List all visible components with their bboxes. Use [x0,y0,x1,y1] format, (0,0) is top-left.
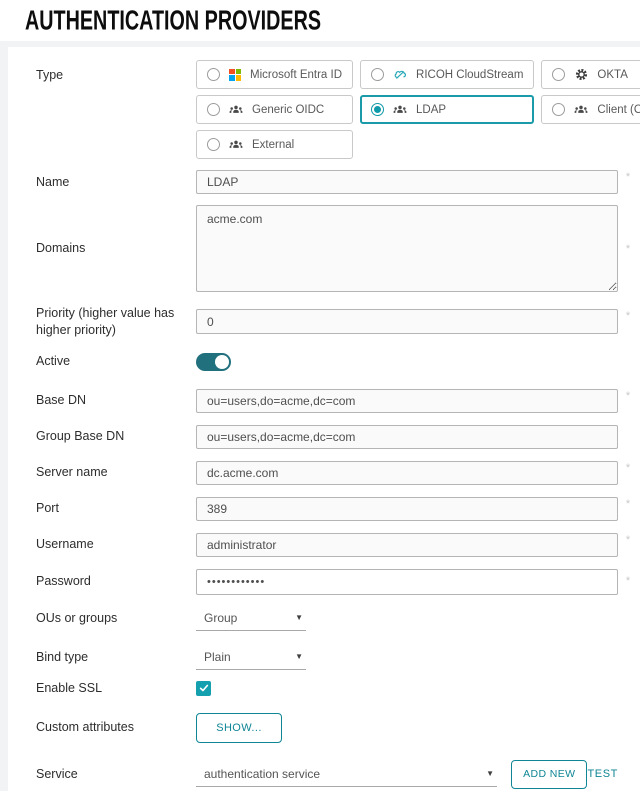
priority-row: Priority (higher value has higher priori… [36,305,618,339]
page-header: AUTHENTICATION PROVIDERS [0,0,640,41]
user-group-icon [393,103,407,117]
custom-attributes-row: Custom attributes SHOW... [36,713,618,743]
field-label-ous-or-groups: OUs or groups [36,610,196,627]
type-option-label: External [252,139,294,151]
type-options: Microsoft Entra ID RICOH CloudStream [196,60,640,159]
password-input[interactable] [196,569,618,595]
priority-input[interactable] [196,309,618,334]
server-name-row: Server name * [36,461,618,485]
type-option-label: Client (OAuth2) [597,104,640,116]
chevron-down-icon: ▼ [295,653,303,661]
type-option-label: Microsoft Entra ID [250,69,342,81]
radio-icon [371,68,384,81]
bind-type-value: Plain [204,650,231,664]
type-option-okta[interactable]: OKTA [541,60,640,89]
required-asterisk: * [622,171,634,183]
field-label-port: Port [36,500,196,517]
group-base-dn-input[interactable] [196,425,618,449]
type-option-microsoft-entra-id[interactable]: Microsoft Entra ID [196,60,353,89]
field-label-priority: Priority (higher value has higher priori… [36,305,196,339]
name-row: Name * [36,170,618,194]
field-label-custom-attributes: Custom attributes [36,719,196,736]
domains-row: Domains acme.com * [36,205,618,292]
required-asterisk: * [622,310,634,322]
user-group-icon [229,103,243,117]
cloudstream-icon [393,68,407,82]
service-value: authentication service [204,767,320,781]
enable-ssl-checkbox[interactable] [196,681,211,696]
type-option-external[interactable]: External [196,130,353,159]
group-base-dn-row: Group Base DN [36,425,618,449]
required-asterisk: * [622,498,634,510]
check-icon [199,683,209,693]
username-row: Username * [36,533,618,557]
username-input[interactable] [196,533,618,557]
port-row: Port * [36,497,618,521]
bind-type-row: Bind type Plain ▼ [36,645,618,670]
type-option-label: LDAP [416,104,446,116]
service-row: Service authentication service ▼ ADD NEW… [36,760,618,789]
type-option-label: Generic OIDC [252,104,324,116]
field-label-name: Name [36,174,196,191]
required-asterisk: * [622,575,634,587]
active-row: Active [36,353,618,371]
auth-provider-form: Type Microsoft Entra ID RICOH CloudStrea… [8,47,640,791]
bind-type-select[interactable]: Plain ▼ [196,645,306,670]
domains-textarea[interactable]: acme.com [196,205,618,292]
base-dn-input[interactable] [196,389,618,413]
required-asterisk: * [622,243,634,255]
okta-gear-icon [574,68,588,82]
radio-icon [207,103,220,116]
type-row: Type Microsoft Entra ID RICOH CloudStrea… [36,60,618,159]
field-label-group-base-dn: Group Base DN [36,428,196,445]
type-option-label: OKTA [597,69,627,81]
field-label-enable-ssl: Enable SSL [36,680,196,697]
field-label-active: Active [36,353,196,370]
radio-icon [552,103,565,116]
service-select[interactable]: authentication service ▼ [196,762,497,787]
port-input[interactable] [196,497,618,521]
field-label-service: Service [36,766,196,783]
radio-selected-icon [371,103,384,116]
radio-icon [552,68,565,81]
field-label-domains: Domains [36,240,196,257]
ous-or-groups-row: OUs or groups Group ▼ [36,606,618,631]
type-option-client-oauth2[interactable]: Client (OAuth2) [541,95,640,124]
password-row: Password * [36,569,618,595]
required-asterisk: * [622,390,634,402]
page-title: AUTHENTICATION PROVIDERS [25,4,321,37]
field-label-base-dn: Base DN [36,392,196,409]
field-label-bind-type: Bind type [36,649,196,666]
radio-icon [207,138,220,151]
add-new-service-button[interactable]: ADD NEW [511,760,587,789]
user-group-icon [229,138,243,152]
toggle-knob [215,355,229,369]
name-input[interactable] [196,170,618,194]
active-toggle[interactable] [196,353,231,371]
base-dn-row: Base DN * [36,389,618,413]
server-name-input[interactable] [196,461,618,485]
type-option-ldap[interactable]: LDAP [360,95,534,124]
microsoft-logo-icon [229,69,241,81]
radio-icon [207,68,220,81]
show-custom-attributes-button[interactable]: SHOW... [196,713,282,743]
required-asterisk: * [622,534,634,546]
test-button[interactable]: TEST [587,768,618,780]
type-option-label: RICOH CloudStream [416,69,523,81]
user-group-icon [574,103,588,117]
ous-or-groups-select[interactable]: Group ▼ [196,606,306,631]
enable-ssl-row: Enable SSL [36,680,618,697]
field-label-type: Type [36,60,196,84]
field-label-server-name: Server name [36,464,196,481]
field-label-password: Password [36,573,196,590]
required-asterisk: * [622,462,634,474]
type-option-ricoh-cloudstream[interactable]: RICOH CloudStream [360,60,534,89]
ous-or-groups-value: Group [204,611,237,625]
chevron-down-icon: ▼ [295,614,303,622]
chevron-down-icon: ▼ [486,770,494,778]
type-option-generic-oidc[interactable]: Generic OIDC [196,95,353,124]
field-label-username: Username [36,536,196,553]
